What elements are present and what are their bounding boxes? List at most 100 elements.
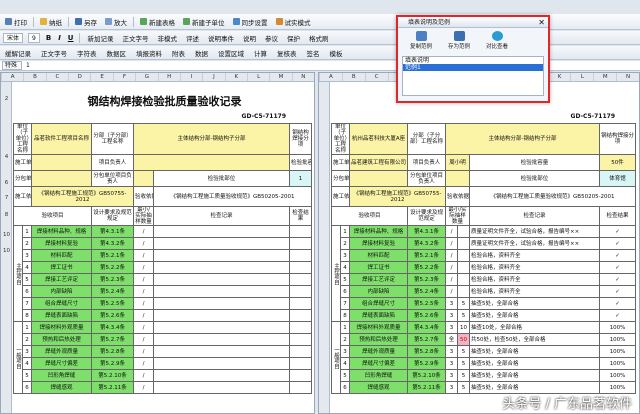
tool-item[interactable]: 说明 xyxy=(241,33,258,43)
check-result[interactable]: ✓ xyxy=(599,249,637,262)
test-mode-button[interactable]: 试实模式 xyxy=(274,17,313,27)
check-record[interactable]: 抽查10处，全部合格 xyxy=(469,321,601,334)
tool-item[interactable]: 字符表 xyxy=(75,48,99,58)
contractor-value[interactable]: 品茗建筑工程有限公司 xyxy=(349,154,409,171)
contractor-value[interactable] xyxy=(31,154,93,171)
check-result[interactable] xyxy=(289,345,313,358)
check-record[interactable] xyxy=(153,333,291,346)
check-record[interactable]: 抽查5处，全部合格 xyxy=(469,357,601,370)
check-record[interactable]: 抽查5处，全部合格 xyxy=(469,297,601,310)
sample-min[interactable]: 全 xyxy=(445,333,459,346)
tool-item[interactable]: 模板 xyxy=(328,48,345,58)
basis-value[interactable]: 《钢结构工程施工规范》GB50755-2012 xyxy=(349,186,447,207)
save-example-button[interactable]: 存为范例 xyxy=(444,31,474,51)
check-result[interactable]: 100% xyxy=(599,369,637,382)
sample-count[interactable]: / xyxy=(133,285,155,298)
sample-min[interactable]: / xyxy=(445,225,459,238)
check-record[interactable] xyxy=(153,357,291,370)
check-record[interactable] xyxy=(153,249,291,262)
tool-item[interactable]: 数据区 xyxy=(105,48,129,58)
check-result[interactable] xyxy=(289,261,313,274)
sample-count[interactable]: / xyxy=(133,357,155,370)
sample-min[interactable]: 3 xyxy=(445,381,459,394)
copy-example-button[interactable]: 复制范例 xyxy=(406,31,436,51)
sample-min[interactable]: / xyxy=(445,249,459,262)
sample-actual[interactable]: 5 xyxy=(457,345,471,358)
check-result[interactable] xyxy=(289,237,313,250)
cell-reference[interactable]: 特殊 xyxy=(2,61,22,70)
check-record[interactable] xyxy=(153,237,291,250)
check-record[interactable]: 抽查5处，全部合格 xyxy=(469,345,601,358)
tool-item[interactable]: 数据 xyxy=(193,48,210,58)
batch-part-value[interactable]: 体育馆 xyxy=(599,170,637,187)
sample-min[interactable]: / xyxy=(445,285,459,298)
unit-value[interactable]: 杭州品茗科技大厦A座 xyxy=(349,123,409,155)
sample-count[interactable]: / xyxy=(133,237,155,250)
check-result[interactable] xyxy=(289,285,313,298)
check-result[interactable] xyxy=(289,273,313,286)
list-item[interactable]: 填表说明 xyxy=(403,57,543,64)
sample-count[interactable]: / xyxy=(133,273,155,286)
pm-value[interactable] xyxy=(133,154,291,171)
sample-actual[interactable]: 5 xyxy=(457,369,471,382)
sample-count[interactable]: / xyxy=(133,297,155,310)
font-family-select[interactable]: 宋体 xyxy=(3,32,24,43)
new-table-button[interactable]: 新建表格 xyxy=(138,17,177,27)
check-result[interactable] xyxy=(289,297,313,310)
check-record[interactable] xyxy=(153,297,291,310)
check-record[interactable]: 抽查5处，全部合格 xyxy=(469,309,601,322)
check-result[interactable]: ✓ xyxy=(599,261,637,274)
pm-value[interactable]: 周小明 xyxy=(445,154,471,171)
check-result[interactable]: ✓ xyxy=(599,297,637,310)
sample-actual[interactable] xyxy=(457,285,471,298)
sample-min[interactable]: 3 xyxy=(445,345,459,358)
sample-actual[interactable] xyxy=(457,273,471,286)
tool-item[interactable]: 签名 xyxy=(305,48,322,58)
check-result[interactable]: 100% xyxy=(599,333,637,346)
compare-view-button[interactable]: 对比查看 xyxy=(482,31,512,51)
sample-count[interactable]: / xyxy=(133,249,155,262)
check-record[interactable]: 检验合格，资料齐全 xyxy=(469,261,601,274)
item-value[interactable]: 钢结构焊接分项 xyxy=(289,123,313,155)
sample-count[interactable]: / xyxy=(133,333,155,346)
subcontractor-value[interactable] xyxy=(349,170,409,187)
sample-min[interactable]: 3 xyxy=(445,321,459,334)
check-result[interactable] xyxy=(289,357,313,370)
sample-min[interactable]: 3 xyxy=(445,297,459,310)
sample-actual[interactable] xyxy=(457,249,471,262)
sample-min[interactable]: / xyxy=(445,273,459,286)
tool-item[interactable]: 保护 xyxy=(285,33,302,43)
new-subunit-button[interactable]: 新建子单位 xyxy=(181,17,227,27)
sync-settings-button[interactable]: 同步设置 xyxy=(231,17,270,27)
italic-button[interactable]: I xyxy=(57,34,62,42)
sample-actual[interactable]: 5 xyxy=(457,357,471,370)
basis-value[interactable]: 《钢结构工程施工规范》GB50755-2012 xyxy=(31,186,135,207)
tool-item[interactable]: 复核表 xyxy=(275,48,299,58)
tool-item[interactable]: 格式刷 xyxy=(307,33,331,43)
sample-actual[interactable] xyxy=(457,237,471,250)
unit-value[interactable]: 品茗软件工程项目名称 xyxy=(31,123,93,155)
sub-pm-value[interactable] xyxy=(133,170,155,187)
batch-capacity-value[interactable]: 50件 xyxy=(599,154,637,171)
sample-count[interactable]: / xyxy=(133,309,155,322)
tool-item[interactable]: 非模式 xyxy=(155,33,179,43)
font-size-select[interactable]: 9 xyxy=(28,32,40,43)
check-record[interactable]: 检验合格，资料齐全 xyxy=(469,285,601,298)
check-result[interactable]: ✓ xyxy=(599,225,637,238)
check-result[interactable]: 100% xyxy=(599,345,637,358)
close-icon[interactable]: ✕ xyxy=(538,17,545,28)
check-result[interactable]: ✓ xyxy=(599,285,637,298)
check-record[interactable]: 质量证明文件齐全，试验合格，报告编号×× xyxy=(469,225,601,238)
sample-actual[interactable]: 10 xyxy=(457,321,471,334)
check-result[interactable] xyxy=(289,309,313,322)
underline-button[interactable]: U xyxy=(67,34,75,42)
subdivision-value[interactable]: 主体结构分部-钢结构子分部 xyxy=(445,123,601,155)
check-result[interactable]: 100% xyxy=(599,381,637,394)
sample-actual[interactable]: 5 xyxy=(457,297,471,310)
check-record[interactable]: 抽查5处，全部合格 xyxy=(469,381,601,394)
open-button[interactable]: 纳纸 xyxy=(38,17,64,27)
sample-count[interactable]: / xyxy=(133,381,155,394)
sample-min[interactable]: / xyxy=(445,237,459,250)
check-result[interactable] xyxy=(289,225,313,238)
check-result[interactable] xyxy=(289,321,313,334)
